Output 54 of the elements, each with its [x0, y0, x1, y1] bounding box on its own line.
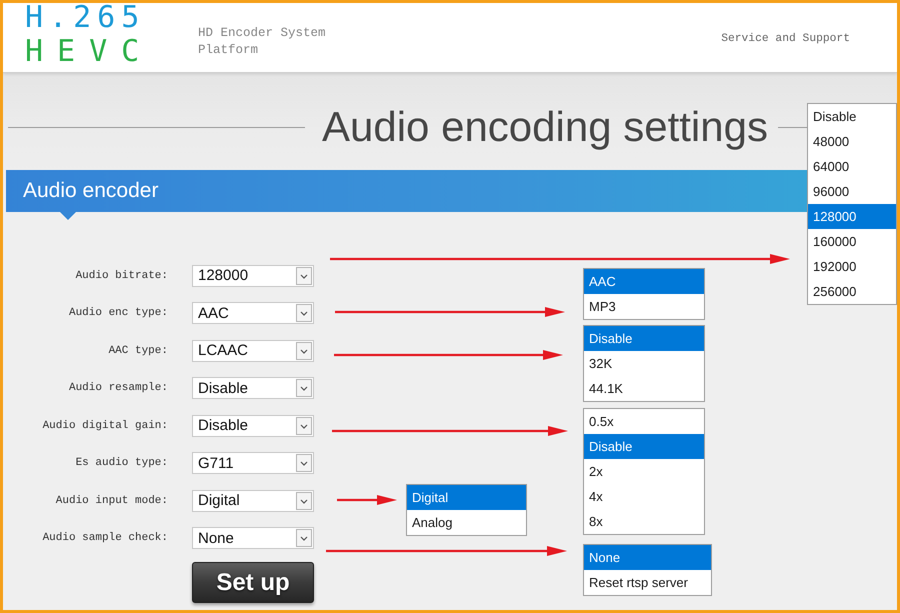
chevron-down-icon	[296, 342, 312, 360]
dropdown-option[interactable]: 44.1K	[584, 376, 704, 401]
dropdown-option[interactable]: 48000	[808, 129, 896, 154]
dropdown-select[interactable]: AAC	[192, 302, 314, 324]
chevron-down-icon	[296, 492, 312, 510]
dropdown-option[interactable]: 0.5x	[584, 409, 704, 434]
dropdown-option[interactable]: 32K	[584, 351, 704, 376]
dropdown-option[interactable]: Analog	[407, 510, 526, 535]
field-label: Audio resample:	[68, 382, 168, 394]
field-label: Audio digital gain:	[42, 420, 168, 432]
dropdown-select[interactable]: Disable	[192, 414, 314, 437]
field-label: Audio bitrate:	[74, 270, 168, 282]
field-label: Es audio type:	[74, 457, 168, 470]
dropdown-option[interactable]: 64000	[808, 154, 896, 179]
logo-text: H.265	[25, 4, 146, 32]
chevron-down-icon	[296, 416, 312, 435]
dropdown-option[interactable]: None	[584, 545, 711, 570]
chevron-down-icon	[296, 379, 312, 398]
dropdown-option[interactable]: AAC	[584, 269, 704, 294]
chevron-down-icon	[296, 266, 312, 285]
field-label: Audio enc type:	[68, 307, 168, 320]
dropdown-select[interactable]: G711	[192, 452, 314, 474]
dropdown-option[interactable]: Digital	[407, 485, 526, 510]
chevron-down-icon	[296, 454, 312, 472]
dropdown-option[interactable]: Disable	[584, 434, 704, 459]
dropdown-option[interactable]: 192000	[808, 254, 896, 279]
dropdown-option[interactable]: 4x	[584, 484, 704, 509]
field-label: AAC type:	[108, 344, 168, 357]
support-link[interactable]: Service and Support	[721, 31, 850, 47]
dropdown-option[interactable]: 256000	[808, 279, 896, 304]
platform-title: HD Encoder System Platform	[198, 25, 327, 59]
dropdown-select[interactable]: 128000	[192, 264, 314, 287]
pointer-icon	[60, 212, 76, 220]
dropdown-option[interactable]: Reset rtsp server	[584, 570, 711, 595]
dropdown-option[interactable]: 2x	[584, 459, 704, 484]
dropdown-option[interactable]: 160000	[808, 229, 896, 254]
field-label: Audio sample check:	[42, 532, 168, 544]
logo-text: HEVC	[25, 38, 154, 66]
chevron-down-icon	[296, 304, 312, 322]
dropdown-select[interactable]: LCAAC	[192, 340, 314, 362]
page-title: Audio encoding settings	[322, 102, 768, 152]
setup-button[interactable]: Set up	[192, 562, 314, 603]
dropdown-select[interactable]: None	[192, 527, 314, 550]
dropdown-option[interactable]: 128000	[808, 204, 896, 229]
field-label: Audio input mode:	[54, 494, 168, 507]
dropdown-option[interactable]: Disable	[584, 326, 704, 351]
dropdown-select[interactable]: Disable	[192, 377, 314, 400]
dropdown-option[interactable]: 8x	[584, 509, 704, 534]
dropdown-option[interactable]: MP3	[584, 294, 704, 319]
chevron-down-icon	[296, 529, 312, 548]
dropdown-option[interactable]: 96000	[808, 179, 896, 204]
dropdown-option[interactable]: Disable	[808, 104, 896, 129]
dropdown-select[interactable]: Digital	[192, 490, 314, 512]
arrow	[337, 494, 397, 506]
